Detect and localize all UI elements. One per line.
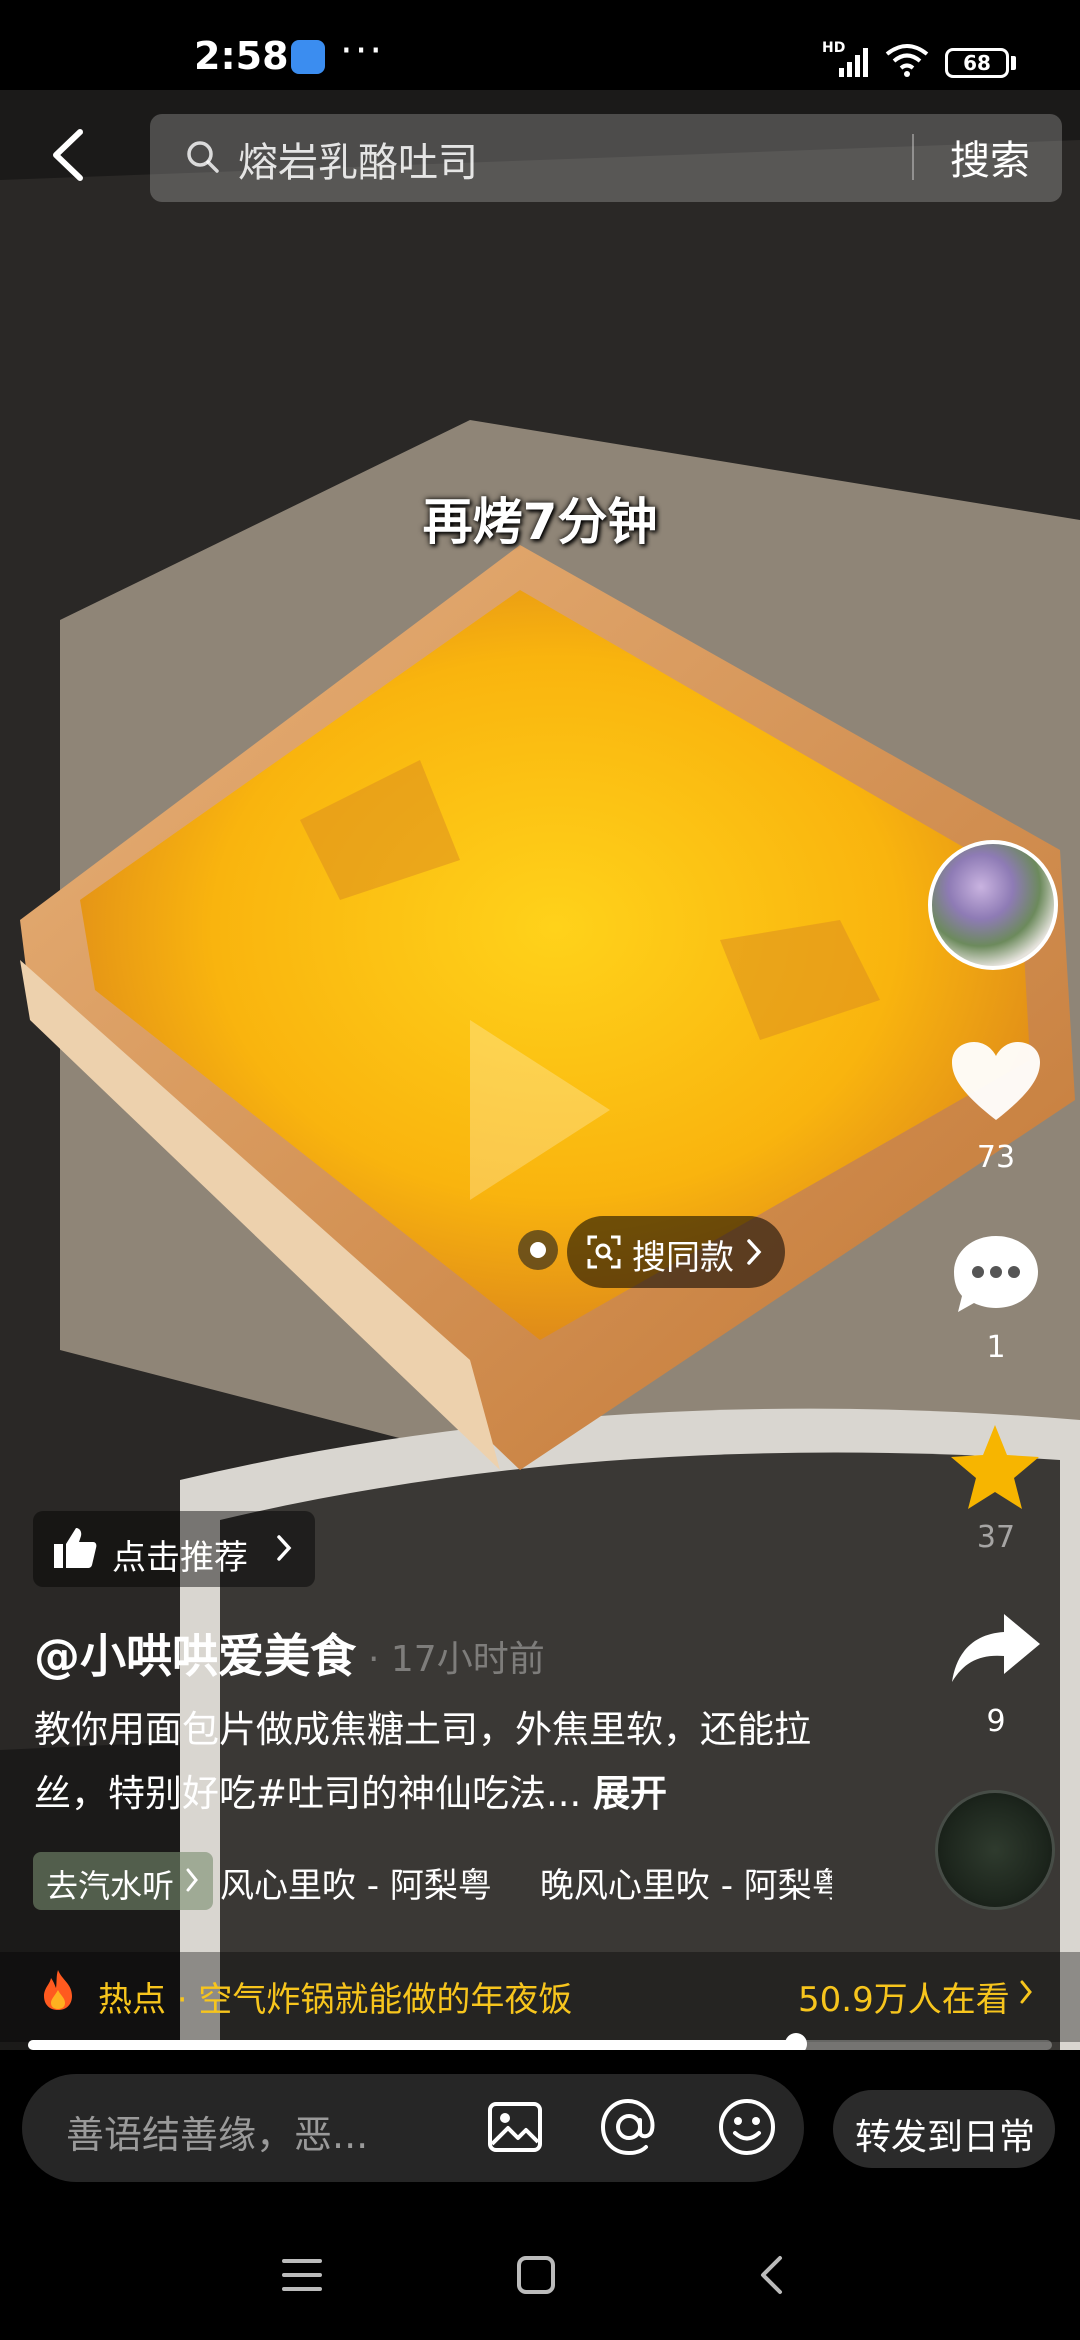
search-button[interactable]: 搜索: [950, 128, 1030, 186]
image-icon[interactable]: [486, 2098, 544, 2156]
fire-icon: [44, 1970, 72, 2010]
status-more-indicator: ···: [340, 28, 385, 74]
video-caption: 再烤7分钟: [422, 493, 658, 551]
post-description[interactable]: 教你用面包片做成焦糖土司，外焦里软，还能拉丝，特别好吃#吐司的神仙吃法... 展…: [34, 1698, 864, 1826]
back-icon[interactable]: [40, 120, 100, 190]
music-chevron-icon: [186, 1868, 198, 1892]
music-open-label: 去汽水听: [46, 1867, 175, 1905]
battery-cap: [1011, 56, 1016, 70]
share-count: 9: [986, 1704, 1006, 1739]
status-time: 2:58: [194, 34, 289, 78]
search-same-style-label: 搜同款: [632, 1238, 734, 1278]
description-text: 教你用面包片做成焦糖土司，外焦里软，还能拉丝，特别好吃#吐司的神仙吃法...: [34, 1708, 811, 1815]
share-icon[interactable]: [950, 1610, 1042, 1686]
chevron-right-icon: [747, 1239, 762, 1265]
search-icon: [187, 141, 219, 173]
music-marquee[interactable]: 风心里吹 - 阿梨粤 晚风心里吹 - 阿梨粤: [220, 1858, 832, 1910]
notification-app-icon: [291, 40, 325, 74]
mention-icon[interactable]: [598, 2096, 660, 2158]
signal-icon: [839, 48, 868, 77]
comment-placeholder: 善语结善缘，恶...: [66, 2113, 369, 2157]
music-track: 晚风心里吹 - 阿梨粤: [539, 1866, 832, 1906]
forward-to-daily-label: 转发到日常: [855, 2117, 1036, 2158]
author-avatar[interactable]: [928, 840, 1058, 970]
music-track: 风心里吹 - 阿梨粤: [220, 1866, 492, 1906]
scan-icon: [587, 1235, 621, 1269]
battery-icon: 68: [945, 48, 1009, 78]
search-divider: [912, 134, 914, 180]
back-nav-icon[interactable]: [756, 2253, 786, 2297]
trending-chevron-icon: [1020, 1980, 1032, 2004]
thumbs-up-icon: [54, 1528, 97, 1568]
trending-topic: 热点 · 空气炸锅就能做的年夜饭: [98, 1980, 573, 2020]
wifi-icon: [885, 44, 929, 77]
product-hotspot-dot[interactable]: [518, 1230, 558, 1270]
comment-count: 1: [986, 1330, 1006, 1365]
favorite-count: 37: [976, 1520, 1016, 1555]
menu-icon[interactable]: [280, 2255, 324, 2295]
recommend-label: 点击推荐: [112, 1538, 248, 1578]
like-count: 73: [976, 1140, 1016, 1175]
trending-viewers: 50.9万人在看: [798, 1980, 1010, 2020]
comment-icon[interactable]: [950, 1232, 1042, 1316]
emoji-icon[interactable]: [716, 2096, 778, 2158]
music-disc[interactable]: [935, 1790, 1055, 1910]
recommend-chevron-icon: [277, 1535, 292, 1561]
favorite-star-icon[interactable]: [948, 1422, 1042, 1512]
post-time: · 17小时前: [368, 1639, 545, 1680]
home-icon[interactable]: [514, 2253, 558, 2297]
search-input[interactable]: 熔岩乳酪吐司: [238, 130, 478, 188]
author-name[interactable]: @小哄哄爱美食: [34, 1620, 356, 1686]
like-heart-icon[interactable]: [950, 1040, 1042, 1124]
progress-fill: [28, 2040, 796, 2050]
expand-link[interactable]: 展开: [593, 1772, 667, 1815]
